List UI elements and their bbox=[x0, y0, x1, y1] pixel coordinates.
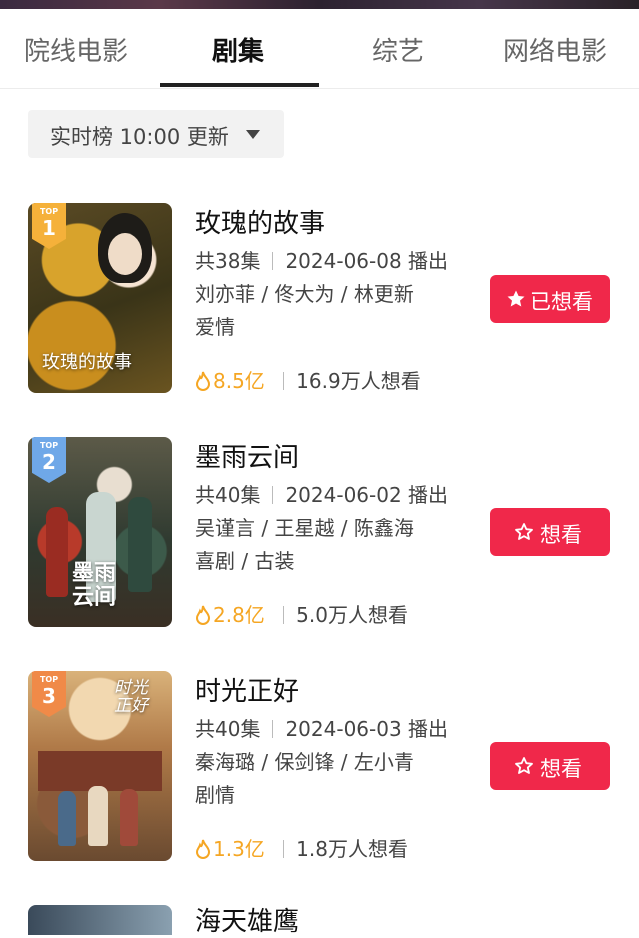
list-item[interactable]: 海天雄鹰 bbox=[0, 895, 639, 937]
air-date: 2024-06-03 播出 bbox=[285, 717, 449, 741]
genre-list: 爱情 bbox=[195, 315, 235, 339]
poster-title-text: 时光正好 bbox=[114, 678, 148, 716]
show-title[interactable]: 玫瑰的故事 bbox=[195, 203, 325, 240]
heat-value: 2.8亿 bbox=[195, 603, 271, 627]
want-button-label: 已想看 bbox=[530, 290, 593, 314]
show-title[interactable]: 时光正好 bbox=[195, 671, 299, 708]
show-meta: 共38集 2024-06-08 播出 bbox=[195, 245, 448, 274]
episode-count: 共38集 bbox=[195, 249, 261, 273]
show-title[interactable]: 海天雄鹰 bbox=[195, 901, 299, 938]
poster-face bbox=[108, 233, 142, 275]
divider bbox=[283, 372, 285, 390]
rank-badge: TOP 3 bbox=[32, 671, 66, 717]
genre-list: 剧情 bbox=[195, 783, 235, 807]
want-to-watch-button[interactable]: 想看 bbox=[490, 508, 610, 556]
flame-icon bbox=[195, 839, 211, 859]
flame-icon bbox=[195, 605, 211, 625]
poster-figure bbox=[128, 497, 152, 592]
rank-badge-number: 1 bbox=[42, 216, 56, 240]
show-title[interactable]: 墨雨云间 bbox=[195, 437, 299, 474]
ranking-filter-label: 实时榜 10:00 更新 bbox=[50, 125, 229, 149]
flame-icon bbox=[195, 371, 211, 391]
divider bbox=[272, 486, 274, 504]
rank-badge: TOP 1 bbox=[32, 203, 66, 249]
divider bbox=[272, 252, 274, 270]
list-item[interactable]: 墨雨云间 TOP 2 墨雨云间 共40集 2024-06-02 播出 吴谨言 / … bbox=[0, 437, 639, 667]
active-tab-indicator bbox=[160, 83, 319, 87]
tab-theatrical-movies[interactable]: 院线电影 bbox=[24, 31, 128, 68]
heat-number: 1.3亿 bbox=[213, 837, 265, 861]
poster-title-text: 墨雨云间 bbox=[72, 560, 117, 610]
poster-figure bbox=[120, 789, 138, 846]
poster-figure bbox=[88, 786, 108, 846]
star-filled-icon bbox=[507, 290, 525, 307]
want-count: 1.8万人想看 bbox=[296, 837, 408, 861]
air-date: 2024-06-08 播出 bbox=[285, 249, 449, 273]
rank-badge-tag: TOP bbox=[39, 675, 59, 684]
star-outline-icon bbox=[515, 757, 533, 774]
rank-badge-number: 2 bbox=[42, 450, 56, 474]
heat-value: 1.3亿 bbox=[195, 837, 271, 861]
poster-image[interactable]: 墨雨云间 TOP 2 bbox=[28, 437, 172, 627]
heat-number: 2.8亿 bbox=[213, 603, 265, 627]
star-outline-icon bbox=[515, 523, 533, 540]
show-stats: 2.8亿 5.0万人想看 bbox=[195, 599, 408, 628]
rank-badge-tag: TOP bbox=[39, 207, 59, 216]
episode-count: 共40集 bbox=[195, 717, 261, 741]
rank-badge-tag: TOP bbox=[39, 441, 59, 450]
wanted-button[interactable]: 已想看 bbox=[490, 275, 610, 323]
poster-image[interactable] bbox=[28, 905, 172, 935]
divider bbox=[272, 720, 274, 738]
genre-list: 喜剧 / 古装 bbox=[195, 549, 295, 573]
caret-down-icon bbox=[246, 130, 260, 139]
header-banner-strip bbox=[0, 0, 639, 9]
want-count: 5.0万人想看 bbox=[296, 603, 408, 627]
episode-count: 共40集 bbox=[195, 483, 261, 507]
heat-value: 8.5亿 bbox=[195, 369, 271, 393]
tab-tv-series[interactable]: 剧集 bbox=[212, 31, 264, 68]
poster-title-text: 玫瑰的故事 bbox=[42, 352, 132, 373]
cast-list: 吴谨言 / 王星越 / 陈鑫海 bbox=[195, 516, 414, 540]
ranking-filter-dropdown[interactable]: 实时榜 10:00 更新 bbox=[28, 110, 284, 158]
list-item[interactable]: 玫瑰的故事 TOP 1 玫瑰的故事 共38集 2024-06-08 播出 刘亦菲 … bbox=[0, 203, 639, 433]
poster-image[interactable]: 时光正好 TOP 3 bbox=[28, 671, 172, 861]
rank-badge: TOP 2 bbox=[32, 437, 66, 483]
divider bbox=[283, 606, 285, 624]
cast-list: 刘亦菲 / 佟大为 / 林更新 bbox=[195, 282, 414, 306]
category-tabs: 院线电影 剧集 综艺 网络电影 bbox=[0, 9, 639, 89]
want-button-label: 想看 bbox=[540, 523, 582, 547]
want-to-watch-button[interactable]: 想看 bbox=[490, 742, 610, 790]
divider bbox=[283, 840, 285, 858]
air-date: 2024-06-02 播出 bbox=[285, 483, 449, 507]
rank-badge-number: 3 bbox=[42, 684, 56, 708]
show-meta: 共40集 2024-06-03 播出 bbox=[195, 713, 448, 742]
poster-figure bbox=[46, 507, 68, 597]
cast-list: 秦海璐 / 保剑锋 / 左小青 bbox=[195, 750, 414, 774]
show-stats: 1.3亿 1.8万人想看 bbox=[195, 833, 408, 862]
poster-building bbox=[38, 751, 162, 791]
poster-figure bbox=[58, 791, 76, 846]
poster-image[interactable]: 玫瑰的故事 TOP 1 bbox=[28, 203, 172, 393]
want-count: 16.9万人想看 bbox=[296, 369, 421, 393]
want-button-label: 想看 bbox=[540, 757, 582, 781]
heat-number: 8.5亿 bbox=[213, 369, 265, 393]
tab-web-movies[interactable]: 网络电影 bbox=[503, 31, 607, 68]
show-stats: 8.5亿 16.9万人想看 bbox=[195, 365, 421, 394]
tab-variety-shows[interactable]: 综艺 bbox=[372, 31, 424, 68]
list-item[interactable]: 时光正好 TOP 3 时光正好 共40集 2024-06-03 播出 秦海璐 / … bbox=[0, 671, 639, 901]
show-meta: 共40集 2024-06-02 播出 bbox=[195, 479, 448, 508]
